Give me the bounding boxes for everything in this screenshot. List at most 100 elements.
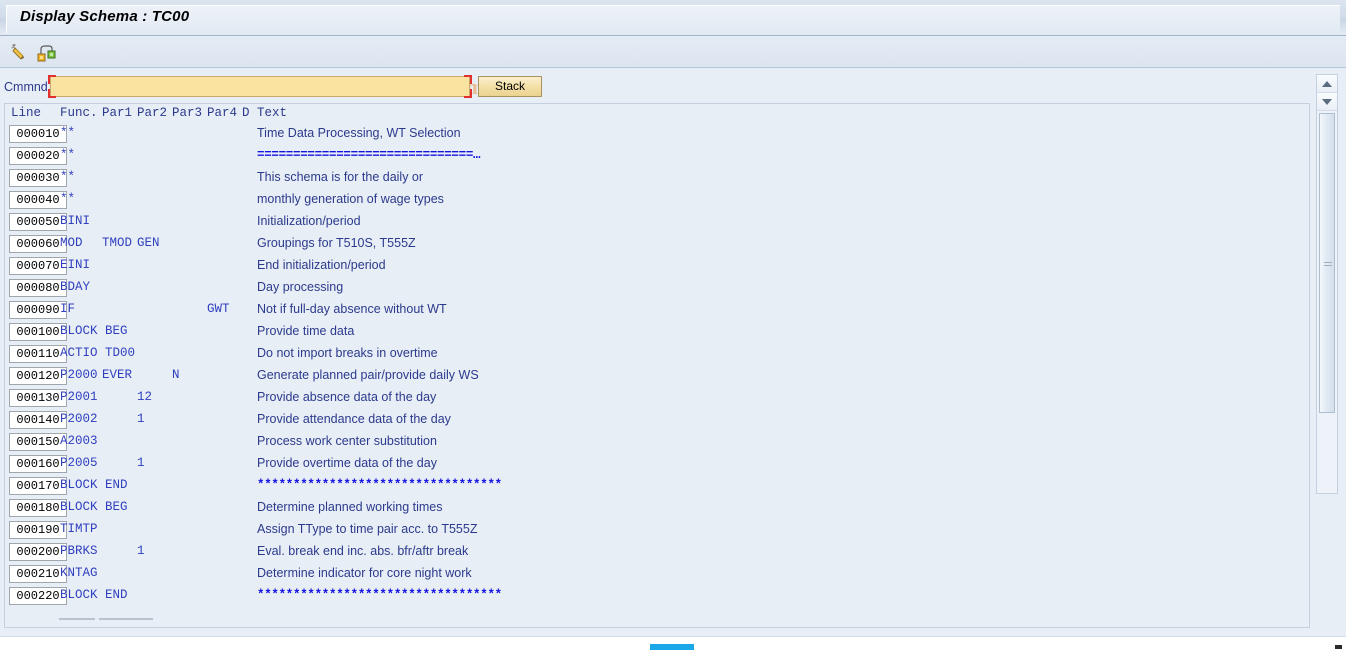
cell-text: **********************************	[257, 478, 502, 492]
row-line-number[interactable]: 000050	[9, 213, 67, 231]
table-row[interactable]: 000120 P2000 EVER N Generate planned pair/pr…	[5, 366, 1309, 388]
sap-window: Display Schema : TC00 © www.tutorialkar	[0, 0, 1346, 650]
cell-text: Determine indicator for core night work	[257, 566, 472, 580]
cell-func: KNTAG	[60, 566, 98, 580]
table-row[interactable]: 000130 P2001 12 Provide absence data of the…	[5, 388, 1309, 410]
scroll-thumb-grip-icon	[1324, 262, 1332, 267]
table-row[interactable]: 000190 TIMTP Assign TType to time pair acc…	[5, 520, 1309, 542]
structure-hierarchy-icon[interactable]	[34, 40, 58, 64]
command-field-wrapper	[48, 75, 472, 98]
row-line-number[interactable]: 000080	[9, 279, 67, 297]
table-row[interactable]: 000100 BLOCK BEG Provide time data	[5, 322, 1309, 344]
application-toolbar: © www.tutorialkart.com	[0, 36, 1346, 99]
table-row[interactable]: 000040 ** monthly generation of wage types	[5, 190, 1309, 212]
table-row[interactable]: 000180 BLOCK BEG Determine planned working…	[5, 498, 1309, 520]
ghost-segment-3	[139, 618, 153, 620]
ghost-segment-1	[59, 618, 95, 620]
row-line-number[interactable]: 000070	[9, 257, 67, 275]
table-row[interactable]: 000210 KNTAG Determine indicator for core …	[5, 564, 1309, 586]
cell-text: End initialization/period	[257, 258, 386, 272]
row-line-number[interactable]: 000140	[9, 411, 67, 429]
scroll-up-arrow-icon[interactable]	[1317, 75, 1337, 93]
row-line-number[interactable]: 000170	[9, 477, 67, 495]
scroll-down-arrow-icon[interactable]	[1317, 93, 1337, 111]
command-bar: Cmmnd Stack	[0, 75, 1320, 100]
row-line-number[interactable]: 000090	[9, 301, 67, 319]
stack-button[interactable]: Stack	[478, 76, 542, 97]
cell-func: P2005	[60, 456, 98, 470]
cell-par2: 1	[137, 544, 145, 558]
cell-func: ACTIO TD00	[60, 346, 136, 360]
table-row[interactable]: 000170 BLOCK END *************************…	[5, 476, 1309, 498]
cell-func: MOD	[60, 236, 83, 250]
table-row[interactable]: 000090 IF GWT Not if full-day absence witho…	[5, 300, 1309, 322]
cell-func: **	[60, 126, 76, 140]
table-row[interactable]: 000030 ** This schema is for the daily or	[5, 168, 1309, 190]
table-row[interactable]: 000010 ** Time Data Processing, WT Selecti…	[5, 124, 1309, 146]
row-line-number[interactable]: 000020	[9, 147, 67, 165]
cell-par2: 1	[137, 456, 145, 470]
cell-par2: 12	[137, 390, 153, 404]
cell-func: BLOCK BEG	[60, 324, 128, 338]
cell-func: **	[60, 148, 76, 162]
row-line-number[interactable]: 000040	[9, 191, 67, 209]
horizontal-scrollbar[interactable]	[0, 636, 1346, 650]
cell-func: TIMTP	[60, 522, 98, 536]
table-row[interactable]: 000060 MOD TMOD GEN Groupings for T510S, T55…	[5, 234, 1309, 256]
cell-text: Provide attendance data of the day	[257, 412, 451, 426]
column-header-func: Func.	[60, 106, 98, 120]
row-line-number[interactable]: 000010	[9, 125, 67, 143]
row-line-number[interactable]: 000220	[9, 587, 67, 605]
row-line-number[interactable]: 000120	[9, 367, 67, 385]
schema-table-panel: Line Func. Par1 Par2 Par3 Par4 D Text 00…	[4, 103, 1310, 628]
row-line-number[interactable]: 000130	[9, 389, 67, 407]
row-line-number[interactable]: 000190	[9, 521, 67, 539]
table-row[interactable]: 000150 A2003 Process work center substitut…	[5, 432, 1309, 454]
cell-par4: GWT	[207, 302, 230, 316]
cell-func: A2003	[60, 434, 98, 448]
edit-pencil-icon[interactable]	[8, 40, 32, 64]
cell-text: Determine planned working times	[257, 500, 443, 514]
cell-func: PBRKS	[60, 544, 98, 558]
schema-rows-container: 000010 ** Time Data Processing, WT Selecti…	[5, 124, 1309, 608]
cell-func: BLOCK END	[60, 478, 128, 492]
column-header-text: Text	[257, 106, 288, 120]
row-line-number[interactable]: 000100	[9, 323, 67, 341]
row-line-number[interactable]: 000200	[9, 543, 67, 561]
cell-text: Initialization/period	[257, 214, 361, 228]
cell-text: Generate planned pair/provide daily WS	[257, 368, 479, 382]
row-line-number[interactable]: 000030	[9, 169, 67, 187]
cell-text: Provide time data	[257, 324, 355, 338]
row-line-number[interactable]: 000210	[9, 565, 67, 583]
table-row[interactable]: 000220 BLOCK END *************************…	[5, 586, 1309, 608]
cell-text: Eval. break end inc. abs. bfr/aftr break	[257, 544, 469, 558]
cell-text: **********************************	[257, 588, 502, 602]
vertical-scrollbar[interactable]	[1316, 74, 1338, 494]
row-line-number[interactable]: 000110	[9, 345, 67, 363]
table-row[interactable]: 000200 PBRKS 1 Eval. break end inc. abs. bf…	[5, 542, 1309, 564]
row-line-number[interactable]: 000150	[9, 433, 67, 451]
cell-func: IF	[60, 302, 76, 316]
row-line-number[interactable]: 000060	[9, 235, 67, 253]
cell-text: Assign TType to time pair acc. to T555Z	[257, 522, 478, 536]
cell-text: Process work center substitution	[257, 434, 437, 448]
cell-par3: N	[172, 368, 180, 382]
table-row[interactable]: 000110 ACTIO TD00 Do not import breaks in …	[5, 344, 1309, 366]
command-input[interactable]	[50, 76, 470, 97]
window-title: Display Schema : TC00	[20, 8, 190, 25]
table-row[interactable]: 000160 P2005 1 Provide overtime data of the…	[5, 454, 1309, 476]
table-row[interactable]: 000070 EINI End initialization/period	[5, 256, 1309, 278]
cell-text: monthly generation of wage types	[257, 192, 444, 206]
row-line-number[interactable]: 000160	[9, 455, 67, 473]
cell-text: Provide absence data of the day	[257, 390, 437, 404]
cell-func: **	[60, 192, 76, 206]
cell-func: EINI	[60, 258, 91, 272]
bottom-filler	[0, 628, 1346, 636]
table-row[interactable]: 000080 BDAY Day processing	[5, 278, 1309, 300]
horizontal-scroll-thumb[interactable]	[650, 644, 694, 650]
row-line-number[interactable]: 000180	[9, 499, 67, 517]
table-row[interactable]: 000020 ** ==============================…	[5, 146, 1309, 168]
table-row[interactable]: 000050 BINI Initialization/period	[5, 212, 1309, 234]
table-row[interactable]: 000140 P2002 1 Provide attendance data of t…	[5, 410, 1309, 432]
vertical-scroll-thumb[interactable]	[1319, 113, 1335, 413]
